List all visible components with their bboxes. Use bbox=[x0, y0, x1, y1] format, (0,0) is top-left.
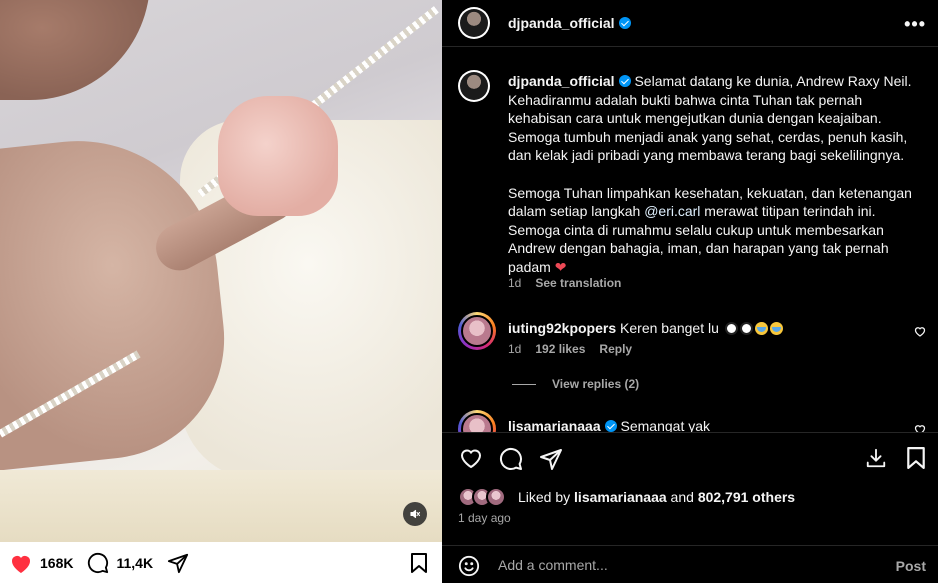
likes-others-link[interactable]: 802,791 others bbox=[698, 489, 795, 505]
download-button[interactable] bbox=[865, 447, 887, 474]
like-button[interactable] bbox=[459, 447, 483, 474]
comment-time: 1d bbox=[508, 342, 522, 356]
crying-face-emoji bbox=[754, 322, 768, 335]
author-username[interactable]: djpanda_official bbox=[508, 15, 631, 31]
post-actions-bar bbox=[442, 432, 938, 486]
media-share-button[interactable] bbox=[167, 552, 189, 574]
paper-plane-icon bbox=[167, 553, 189, 573]
reply-button[interactable]: Reply bbox=[599, 342, 632, 356]
mention-link[interactable]: @eri.carl bbox=[644, 203, 700, 219]
comment-text: lisamarianaaa Semangat yak bbox=[508, 418, 711, 432]
media-save-button[interactable] bbox=[410, 553, 428, 578]
more-options-icon[interactable]: ••• bbox=[904, 14, 926, 35]
comment-like-button[interactable] bbox=[914, 324, 926, 342]
post-comment-button[interactable]: Post bbox=[896, 558, 926, 574]
comments-scroll-area[interactable]: djpanda_official Selamat datang ke dunia… bbox=[442, 48, 938, 432]
caption-meta: 1d See translation bbox=[508, 276, 635, 290]
view-replies-button[interactable]: View replies (2) bbox=[512, 377, 639, 391]
media-like-count: 168K bbox=[40, 554, 74, 571]
liked-by-user[interactable]: lisamarianaaa bbox=[574, 489, 667, 505]
post-media[interactable] bbox=[0, 0, 442, 542]
caption-username[interactable]: djpanda_official bbox=[508, 73, 615, 89]
comment-likes-count[interactable]: 192 likes bbox=[535, 342, 585, 356]
media-comment-button[interactable]: 11,4K bbox=[87, 552, 153, 574]
commenter-avatar[interactable] bbox=[458, 410, 496, 432]
crying-face-emoji bbox=[769, 322, 783, 335]
red-heart-emoji: ❤ bbox=[554, 258, 567, 275]
comment-username[interactable]: lisamarianaaa bbox=[508, 418, 601, 432]
photo-baby-hand bbox=[218, 96, 338, 216]
heart-outline-icon bbox=[460, 449, 482, 469]
media-like-button[interactable]: 168K bbox=[9, 552, 73, 574]
replies-divider-line bbox=[512, 383, 536, 385]
panda-emoji bbox=[739, 322, 753, 335]
comment-bubble-icon bbox=[499, 447, 522, 470]
smiley-icon bbox=[458, 555, 480, 577]
likes-summary: Liked by lisamarianaaa and 802,791 other… bbox=[458, 486, 795, 508]
comment-input[interactable] bbox=[498, 555, 878, 575]
share-button[interactable] bbox=[539, 447, 563, 476]
media-comment-count: 11,4K bbox=[116, 554, 154, 571]
author-avatar[interactable] bbox=[458, 7, 490, 39]
verified-badge-icon bbox=[604, 420, 617, 432]
photo-bottom-cloth bbox=[0, 470, 442, 542]
comments-panel: djpanda_official ••• djpanda_official Se… bbox=[442, 0, 938, 583]
heart-outline-icon bbox=[914, 425, 926, 432]
bookmark-icon bbox=[411, 553, 427, 573]
comment-button[interactable] bbox=[499, 447, 523, 476]
commenter-avatar[interactable] bbox=[458, 312, 496, 350]
comment-meta: 1d 192 likes Reply bbox=[508, 342, 646, 356]
add-comment-bar: Post bbox=[442, 545, 938, 583]
paper-plane-icon bbox=[540, 449, 562, 470]
liker-avatars[interactable] bbox=[458, 487, 508, 507]
liker-avatar bbox=[486, 487, 506, 507]
caption-time: 1d bbox=[508, 276, 522, 290]
mute-button[interactable] bbox=[403, 502, 427, 526]
heart-filled-icon bbox=[12, 555, 30, 573]
bookmark-icon bbox=[907, 447, 925, 469]
comment-text: iuting92kpopers Keren banget lu bbox=[508, 320, 783, 336]
post-time: 1 day ago bbox=[458, 511, 511, 525]
panda-emoji bbox=[724, 322, 738, 335]
save-button[interactable] bbox=[906, 447, 926, 474]
verified-badge-icon bbox=[618, 75, 631, 87]
comment-bubble-icon bbox=[88, 552, 109, 573]
emoji-picker-button[interactable] bbox=[458, 555, 480, 582]
media-action-bar: 168K 11,4K bbox=[0, 542, 442, 583]
heart-outline-icon bbox=[914, 327, 926, 337]
caption-author-avatar[interactable] bbox=[458, 70, 490, 102]
muted-speaker-icon bbox=[410, 509, 421, 519]
comment-like-button[interactable] bbox=[914, 422, 926, 432]
see-translation-link[interactable]: See translation bbox=[535, 276, 621, 290]
caption-text: djpanda_official Selamat datang ke dunia… bbox=[508, 73, 912, 275]
post-header: djpanda_official ••• bbox=[442, 0, 938, 47]
download-icon bbox=[866, 448, 886, 468]
comment-username[interactable]: iuting92kpopers bbox=[508, 320, 616, 336]
photo-shoulder bbox=[0, 0, 150, 100]
verified-badge-icon bbox=[618, 17, 631, 29]
